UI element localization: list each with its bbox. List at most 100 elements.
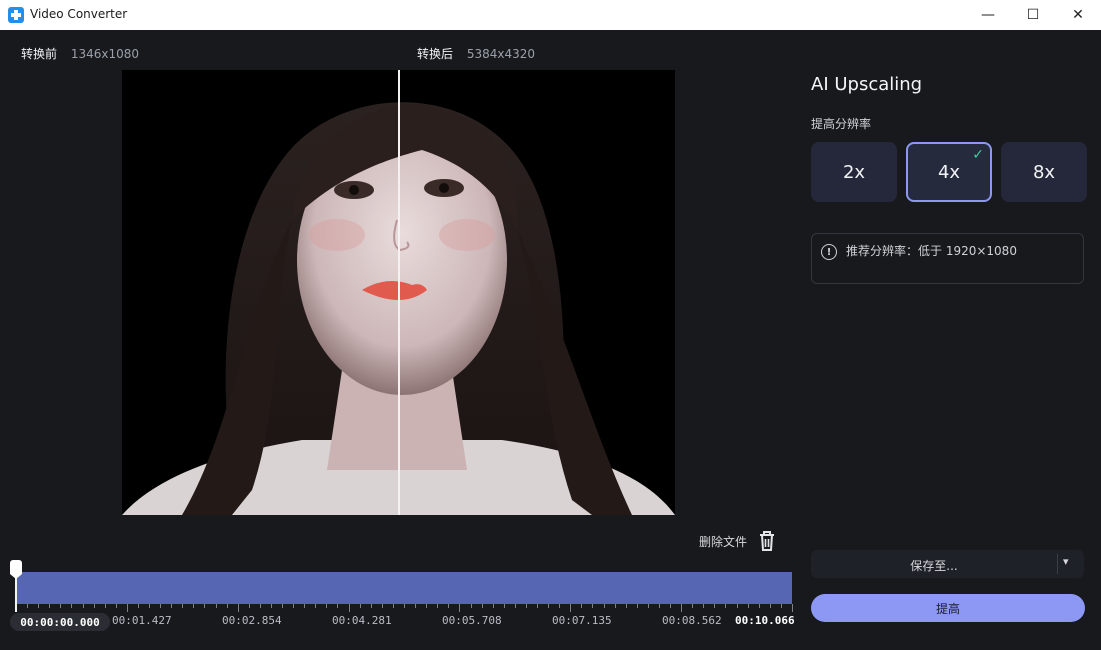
timeline-tick bbox=[537, 604, 538, 608]
timeline-tick bbox=[415, 604, 416, 608]
scale-label: 提高分辨率 bbox=[811, 117, 872, 131]
notice-text: 推荐分辨率：低于 1920×1080 bbox=[846, 244, 1017, 258]
comparison-preview[interactable] bbox=[122, 70, 675, 515]
timeline-tick bbox=[38, 604, 39, 608]
timeline-tick bbox=[371, 604, 372, 608]
timeline-tick bbox=[471, 604, 472, 608]
timeline-tick bbox=[293, 604, 294, 608]
after-label-group: 转换后 5384x4320 bbox=[417, 45, 535, 62]
timeline-tick bbox=[49, 604, 50, 608]
close-button[interactable]: ✕ bbox=[1055, 0, 1101, 30]
timeline-tick bbox=[238, 604, 239, 612]
minimize-button[interactable]: — bbox=[965, 0, 1011, 30]
upscale-button-label: 提高 bbox=[935, 601, 960, 616]
timeline-tick bbox=[249, 604, 250, 608]
timeline-tick bbox=[437, 604, 438, 608]
timeline-tick bbox=[216, 604, 217, 608]
current-time: 00:00:00.000 bbox=[10, 613, 110, 631]
timeline-tick bbox=[570, 604, 571, 612]
resolution-notice: ! 推荐分辨率：低于 1920×1080 bbox=[811, 233, 1084, 284]
timeline-tick bbox=[337, 604, 338, 608]
timeline-tick bbox=[204, 604, 205, 608]
timeline-tick bbox=[193, 604, 194, 608]
timeline-tick bbox=[83, 604, 84, 608]
timeline-tick bbox=[703, 604, 704, 608]
timeline-tick bbox=[526, 604, 527, 608]
title-bar: Video Converter — ☐ ✕ bbox=[0, 0, 1101, 30]
timeline-tick bbox=[659, 604, 660, 608]
delete-file-button[interactable]: 删除文件 bbox=[699, 530, 777, 552]
timeline-tick bbox=[360, 604, 361, 608]
timeline-tick bbox=[592, 604, 593, 608]
timeline-tick bbox=[493, 604, 494, 608]
timeline-tick bbox=[116, 604, 117, 608]
scale-option-8x[interactable]: 8x bbox=[1001, 142, 1087, 202]
upscale-button[interactable]: 提高 bbox=[811, 594, 1085, 622]
timeline-tick bbox=[393, 604, 394, 608]
timeline-tick bbox=[459, 604, 460, 612]
app-icon bbox=[8, 7, 24, 23]
timeline-tick bbox=[670, 604, 671, 608]
timeline-tick bbox=[515, 604, 516, 608]
timeline-tick bbox=[759, 604, 760, 608]
playhead-handle[interactable] bbox=[10, 560, 22, 579]
timeline-tick bbox=[770, 604, 771, 608]
scale-option-label: 2x bbox=[842, 161, 866, 183]
timeline-tick bbox=[404, 604, 405, 608]
save-to-dropdown[interactable]: 保存至... ▾ bbox=[811, 550, 1084, 578]
chevron-down-icon[interactable]: ▾ bbox=[1063, 555, 1069, 568]
timeline-tick bbox=[182, 604, 183, 608]
timeline-tick bbox=[227, 604, 228, 608]
timeline-tick bbox=[260, 604, 261, 608]
timeline-tick bbox=[648, 604, 649, 608]
timeline-tick bbox=[271, 604, 272, 608]
save-to-label: 保存至... bbox=[910, 559, 958, 573]
scale-option-label: 8x bbox=[1032, 161, 1056, 183]
trash-icon bbox=[760, 531, 775, 551]
timeline-tick bbox=[105, 604, 106, 608]
timeline-tick-label: 00:02.854 bbox=[222, 614, 282, 627]
timeline-tick bbox=[737, 604, 738, 608]
save-to-separator bbox=[1057, 554, 1058, 574]
delete-file-label: 删除文件 bbox=[699, 534, 748, 549]
maximize-button[interactable]: ☐ bbox=[1010, 0, 1056, 30]
window-title: Video Converter bbox=[30, 7, 128, 21]
info-icon: ! bbox=[821, 244, 837, 260]
timeline-tick bbox=[725, 604, 726, 608]
timeline-tick bbox=[160, 604, 161, 608]
before-label: 转换前 bbox=[21, 47, 58, 61]
timeline-tick bbox=[127, 604, 128, 612]
timeline-tick bbox=[581, 604, 582, 608]
timeline-tick bbox=[149, 604, 150, 608]
timeline-tick bbox=[304, 604, 305, 608]
after-resolution: 5384x4320 bbox=[466, 47, 536, 61]
timeline-tick bbox=[681, 604, 682, 612]
timeline-tick bbox=[326, 604, 327, 608]
timeline-tick bbox=[781, 604, 782, 608]
timeline-tick bbox=[138, 604, 139, 608]
timeline-tick bbox=[615, 604, 616, 608]
after-label: 转换后 bbox=[417, 47, 454, 61]
timeline-tick bbox=[559, 604, 560, 608]
compare-divider[interactable] bbox=[398, 70, 400, 515]
timeline-tick bbox=[27, 604, 28, 608]
scale-option-2x[interactable]: 2x bbox=[811, 142, 897, 202]
timeline-tick bbox=[382, 604, 383, 608]
timeline-tick bbox=[448, 604, 449, 608]
check-icon: ✓ bbox=[972, 147, 984, 163]
timeline-tick bbox=[604, 604, 605, 608]
timeline-tick bbox=[60, 604, 61, 608]
timeline-tick bbox=[548, 604, 549, 608]
timeline-tick bbox=[792, 604, 793, 612]
scale-option-4x[interactable]: 4x ✓ bbox=[906, 142, 992, 202]
timeline-track[interactable] bbox=[16, 572, 792, 604]
before-resolution: 1346x1080 bbox=[70, 47, 140, 61]
timeline-ticks bbox=[16, 604, 793, 612]
before-label-group: 转换前 1346x1080 bbox=[21, 45, 139, 62]
timeline-tick bbox=[171, 604, 172, 608]
timeline-tick-label: 00:01.427 bbox=[112, 614, 172, 627]
timeline-tick bbox=[426, 604, 427, 608]
timeline-tick bbox=[282, 604, 283, 608]
timeline-tick-label: 00:07.135 bbox=[552, 614, 612, 627]
timeline-tick-label: 00:04.281 bbox=[332, 614, 392, 627]
